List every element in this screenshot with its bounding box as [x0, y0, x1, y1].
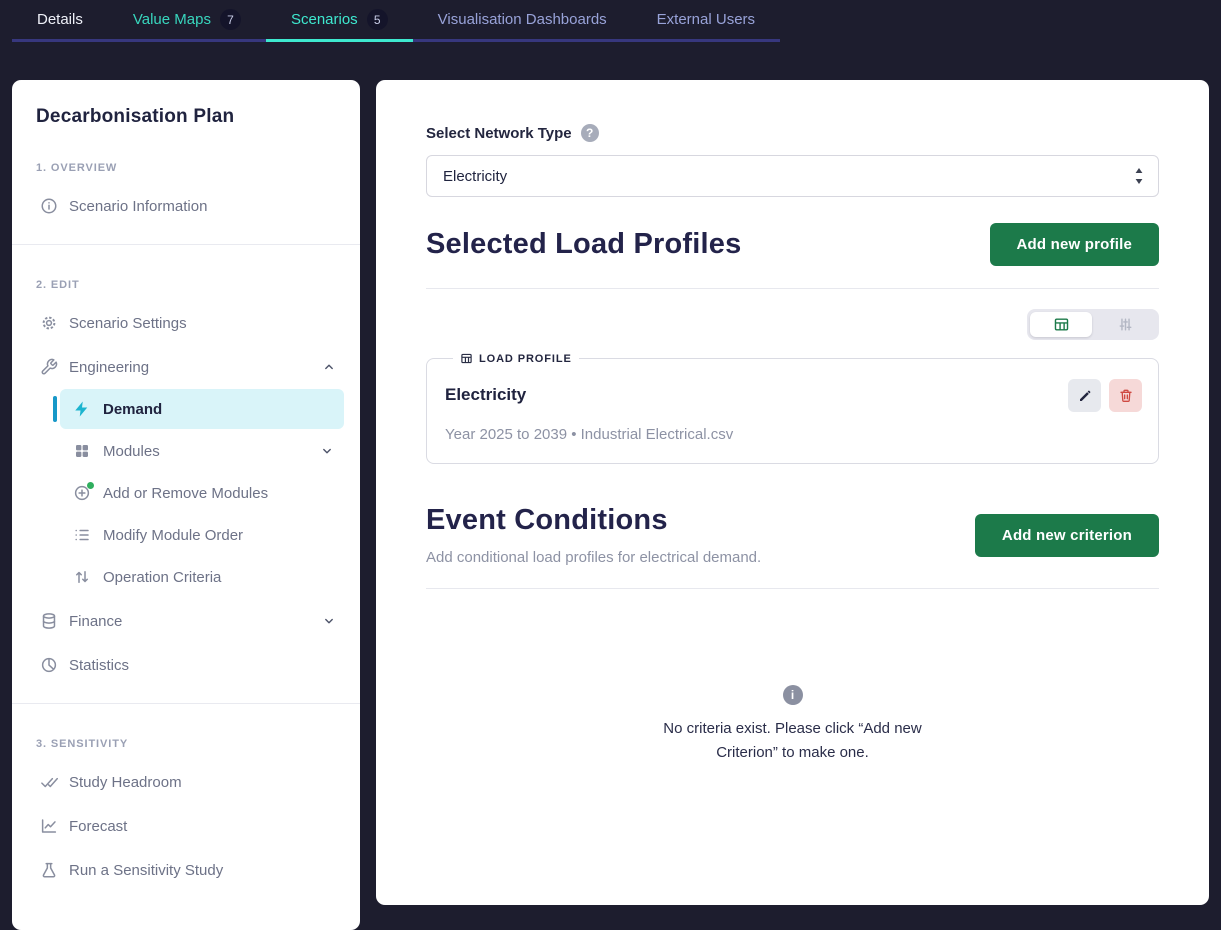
sidebar-item-operation-criteria[interactable]: Operation Criteria [60, 557, 344, 597]
sidebar-item-modify-module-order[interactable]: Modify Module Order [60, 515, 344, 555]
help-icon[interactable]: ? [581, 124, 599, 142]
item-label: Demand [103, 401, 162, 418]
item-label: Statistics [69, 657, 129, 674]
chevron-down-icon [320, 444, 334, 458]
list-icon [73, 526, 91, 544]
flask-icon [40, 861, 58, 879]
network-type-select[interactable]: Electricity [426, 155, 1159, 197]
tab-label: Visualisation Dashboards [438, 11, 607, 28]
chevron-up-icon [322, 360, 336, 374]
scenarios-count-badge: 5 [367, 9, 388, 30]
section-header-sensitivity: 3. SENSITIVITY [36, 738, 336, 750]
tab-visualisation-dashboards[interactable]: Visualisation Dashboards [413, 0, 632, 42]
divider [426, 588, 1159, 589]
sliders-view-button[interactable] [1094, 312, 1156, 337]
item-label: Operation Criteria [103, 569, 221, 586]
event-conditions-title: Event Conditions [426, 504, 761, 537]
sidebar-item-forecast[interactable]: Forecast [12, 804, 360, 848]
green-dot-indicator [87, 482, 94, 489]
table-icon [1053, 316, 1070, 333]
tab-label: Value Maps [133, 11, 211, 28]
section-header-overview: 1. OVERVIEW [36, 162, 336, 174]
sidebar: Decarbonisation Plan 1. OVERVIEW Scenari… [12, 80, 360, 930]
sidebar-item-scenario-information[interactable]: Scenario Information [12, 184, 360, 228]
active-indicator [53, 396, 57, 422]
item-label: Modules [103, 443, 160, 460]
info-icon: i [783, 685, 803, 705]
sidebar-item-study-headroom[interactable]: Study Headroom [12, 760, 360, 804]
sidebar-item-run-a-sensitivity-study[interactable]: Run a Sensitivity Study [12, 848, 360, 892]
sidebar-item-scenario-settings[interactable]: Scenario Settings [12, 301, 360, 345]
table-view-button[interactable] [1030, 312, 1092, 337]
divider [12, 703, 360, 704]
value-maps-count-badge: 7 [220, 9, 241, 30]
line-chart-icon [40, 817, 58, 835]
modules-icon [73, 442, 91, 460]
event-conditions-subtitle: Add conditional load profiles for electr… [426, 549, 761, 566]
delete-profile-button[interactable] [1109, 379, 1142, 412]
database-icon [40, 612, 58, 630]
network-type-label: Select Network Type [426, 125, 572, 142]
add-new-profile-button[interactable]: Add new profile [990, 223, 1160, 266]
item-label: Modify Module Order [103, 527, 243, 544]
divider [12, 244, 360, 245]
sliders-icon [1117, 316, 1134, 333]
empty-state: i No criteria exist. Please click “Add n… [426, 685, 1159, 765]
divider [426, 288, 1159, 289]
item-label: Finance [69, 613, 122, 630]
load-profile-legend: LOAD PROFILE [479, 353, 572, 365]
sidebar-item-statistics[interactable]: Statistics [12, 643, 360, 687]
select-arrows-icon [1132, 165, 1146, 187]
wrench-icon [40, 358, 58, 376]
sidebar-title: Decarbonisation Plan [12, 106, 360, 128]
main-panel: Select Network Type ? Electricity Select… [376, 80, 1209, 905]
item-label: Forecast [69, 818, 127, 835]
sidebar-item-finance[interactable]: Finance [12, 599, 360, 643]
item-label: Study Headroom [69, 774, 182, 791]
tab-details[interactable]: Details [12, 0, 108, 42]
tab-value-maps[interactable]: Value Maps 7 [108, 0, 266, 42]
sidebar-item-add-or-remove-modules[interactable]: Add or Remove Modules [60, 473, 344, 513]
sidebar-item-engineering[interactable]: Engineering [12, 345, 360, 389]
pencil-icon [1077, 388, 1093, 404]
chevron-down-icon [322, 614, 336, 628]
table-icon [460, 352, 473, 365]
item-label: Scenario Settings [69, 315, 187, 332]
section-header-edit: 2. EDIT [36, 279, 336, 291]
pie-chart-icon [40, 656, 58, 674]
item-label: Scenario Information [69, 198, 207, 215]
bolt-icon [73, 400, 91, 418]
gear-icon [40, 314, 58, 332]
event-conditions-heading-block: Event Conditions Add conditional load pr… [426, 504, 761, 566]
info-icon [40, 197, 58, 215]
sidebar-item-modules[interactable]: Modules [60, 431, 344, 471]
tab-label: External Users [657, 11, 755, 28]
empty-message: No criteria exist. Please click “Add new… [642, 717, 944, 765]
tab-bar: Details Value Maps 7 Scenarios 5 Visuali… [0, 0, 1221, 42]
profile-meta: Year 2025 to 2039 • Industrial Electrica… [443, 426, 1142, 443]
add-new-criterion-button[interactable]: Add new criterion [975, 514, 1159, 557]
edit-profile-button[interactable] [1068, 379, 1101, 412]
trash-icon [1118, 388, 1134, 404]
item-label: Add or Remove Modules [103, 485, 268, 502]
plus-circle-icon [73, 484, 91, 502]
network-type-value: Electricity [443, 168, 507, 185]
profile-name: Electricity [445, 379, 526, 405]
profile-actions [1068, 379, 1142, 412]
sidebar-item-demand[interactable]: Demand [60, 389, 344, 429]
view-toggle [1027, 309, 1159, 340]
item-label: Run a Sensitivity Study [69, 862, 223, 879]
tab-scenarios[interactable]: Scenarios 5 [266, 0, 413, 42]
load-profile-card: LOAD PROFILE Electricity [426, 352, 1159, 464]
load-profiles-title: Selected Load Profiles [426, 228, 741, 261]
double-check-icon [40, 773, 58, 791]
sort-arrows-icon [73, 568, 91, 586]
item-label: Engineering [69, 359, 149, 376]
tab-label: Details [37, 11, 83, 28]
tab-label: Scenarios [291, 11, 358, 28]
tab-external-users[interactable]: External Users [632, 0, 780, 42]
